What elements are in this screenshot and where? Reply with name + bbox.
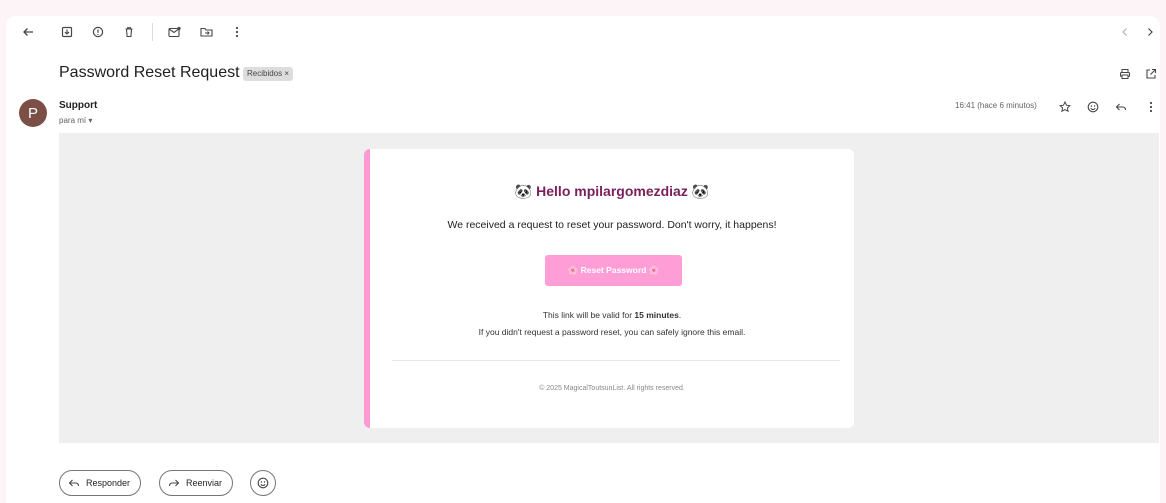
greeting-heading: 🐼 Hello mpilargomezdiaz 🐼 (514, 183, 710, 199)
ignore-note: If you didn't request a password reset, … (478, 327, 746, 337)
more-vert-icon[interactable] (229, 24, 245, 40)
email-subject: Password Reset Request (59, 64, 240, 81)
toolbar-divider (152, 23, 153, 41)
star-icon[interactable] (1057, 99, 1073, 115)
back-arrow-icon[interactable] (20, 24, 36, 40)
copyright-footer: © 2025 MagicalToutsunList. All rights re… (539, 385, 685, 392)
reset-message: We received a request to reset your pass… (447, 219, 777, 231)
forward-button[interactable]: Reenviar (159, 470, 234, 496)
sender-name[interactable]: Support (59, 100, 97, 111)
reset-password-button[interactable]: 🌸 Reset Password 🌸 (545, 255, 682, 286)
validity-suffix: . (678, 310, 682, 320)
more-vert-icon[interactable] (1143, 99, 1159, 115)
reply-icon[interactable] (1113, 99, 1129, 115)
reply-label: Responder (86, 478, 131, 488)
validity-prefix: This link will be valid for (542, 310, 635, 320)
reset-email-card: 🐼 Hello mpilargomezdiaz 🐼 We received a … (364, 149, 854, 428)
chevron-left-icon[interactable] (1117, 24, 1133, 40)
delete-icon[interactable] (121, 24, 137, 40)
validity-note: This link will be valid for 15 minutes. (370, 310, 854, 320)
validity-duration: 15 minutes (634, 310, 679, 320)
print-icon[interactable] (1117, 66, 1133, 82)
card-divider (392, 360, 840, 361)
archive-icon[interactable] (59, 24, 75, 40)
forward-icon (168, 479, 180, 487)
chevron-right-icon[interactable] (1142, 24, 1158, 40)
mark-unread-icon[interactable] (166, 24, 182, 40)
recipient-details-toggle[interactable]: para mí ▾ (59, 116, 92, 125)
open-new-window-icon[interactable] (1143, 66, 1159, 82)
report-spam-icon[interactable] (90, 24, 106, 40)
move-to-icon[interactable] (198, 24, 214, 40)
reply-icon (68, 479, 80, 487)
inbox-label-chip[interactable]: Recibidos × (243, 67, 294, 81)
emoji-reaction-button[interactable] (250, 470, 276, 496)
emoji-icon[interactable] (1085, 99, 1101, 115)
emoji-icon (257, 477, 269, 489)
forward-label: Reenviar (186, 478, 223, 488)
sender-avatar[interactable]: P (19, 99, 47, 127)
reply-button[interactable]: Responder (59, 470, 142, 496)
email-timestamp: 16:41 (hace 6 minutos) (955, 101, 1037, 110)
